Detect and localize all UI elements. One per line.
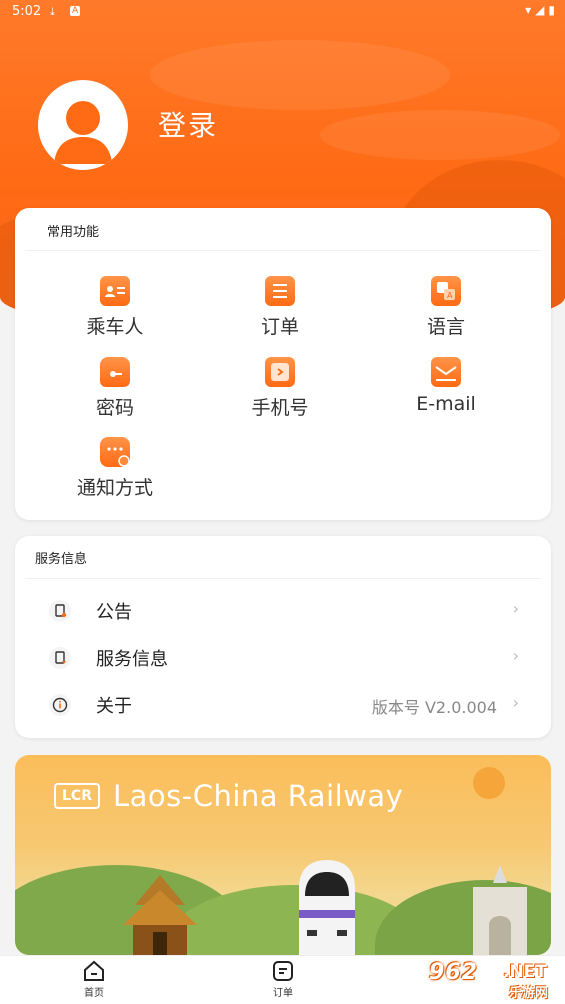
chevron-right-icon: › (512, 693, 519, 712)
lock-icon (100, 357, 130, 387)
chevron-right-icon: › (512, 646, 519, 665)
function-notification[interactable]: 通知方式 (45, 437, 185, 500)
status-time: 5:02 (12, 4, 42, 19)
service-info-card: 服务信息 公告 › 服务信息 › 关于 版本号 V2.0.004 › (15, 536, 551, 738)
divider (25, 250, 541, 251)
function-label: 乘车人 (86, 316, 144, 338)
arch-monument-graphic (473, 865, 527, 955)
battery-icon: ▮ (548, 3, 555, 17)
banner-title: Laos-China Railway (113, 779, 404, 813)
version-text: 版本号 V2.0.004 (371, 698, 497, 717)
sun-graphic (473, 767, 505, 799)
watermark-domain: .NET (503, 962, 547, 982)
status-bar: 5:02 ⤓ A ▾ ◢ ▮ (0, 0, 565, 24)
chevron-right-icon: › (512, 599, 519, 618)
row-announcement[interactable]: 公告 › (15, 587, 551, 633)
a-icon: A (70, 6, 81, 16)
function-order[interactable]: 订单 (210, 276, 350, 339)
passenger-card-icon (100, 276, 130, 306)
watermark-number: 962 (429, 960, 478, 985)
user-avatar-icon[interactable] (38, 80, 128, 170)
tab-label: 首页 (84, 988, 104, 999)
notification-chat-icon (100, 437, 130, 467)
signal-icon: ◢ (535, 3, 545, 17)
function-passenger[interactable]: 乘车人 (45, 276, 185, 339)
row-service-info[interactable]: 服务信息 › (15, 634, 551, 680)
function-label: 密码 (95, 397, 134, 419)
phone-icon (265, 357, 295, 387)
common-functions-title: 常用功能 (47, 225, 100, 240)
train-graphic (299, 860, 355, 955)
bottom-tab-bar: 首页 订单 962 .NET 乐游网 (0, 955, 565, 1004)
row-label: 关于 (96, 696, 132, 717)
svg-text:A: A (447, 291, 453, 300)
mail-icon (431, 357, 461, 387)
tab-label: 订单 (273, 988, 293, 999)
announcement-doc-icon (49, 600, 71, 622)
service-info-title: 服务信息 (35, 552, 88, 567)
info-icon (49, 694, 71, 716)
login-button[interactable]: 登录 (158, 104, 218, 144)
function-email[interactable]: E-mail (376, 357, 516, 415)
watermark-cn-text: 乐游网 (509, 986, 549, 1001)
tab-home[interactable]: 首页 (64, 960, 124, 999)
download-icon: ⤓ (50, 5, 55, 18)
temple-graphic (123, 875, 197, 955)
function-language[interactable]: A 语言 (376, 276, 516, 339)
divider (25, 578, 541, 579)
tab-orders[interactable]: 订单 (253, 960, 313, 999)
home-icon (82, 960, 106, 982)
row-label: 服务信息 (96, 649, 168, 670)
language-translate-icon: A (431, 276, 461, 306)
wifi-icon: ▾ (525, 3, 532, 17)
common-functions-card: 常用功能 乘车人 订单 A 语言 密码 手机号 E-mail 通知方式 (15, 208, 551, 520)
watermark: 962 .NET 乐游网 (429, 960, 561, 1001)
order-list-icon (265, 276, 295, 306)
function-password[interactable]: 密码 (45, 357, 185, 420)
promo-banner[interactable]: LCR Laos-China Railway (15, 755, 551, 955)
row-about[interactable]: 关于 版本号 V2.0.004 › (15, 681, 551, 727)
row-label: 公告 (96, 602, 132, 623)
service-doc-icon (49, 647, 71, 669)
function-label: 通知方式 (76, 477, 153, 499)
order-tab-icon (271, 960, 295, 982)
lcr-logo: LCR (54, 783, 100, 809)
function-label: E-mail (416, 393, 476, 415)
function-label: 手机号 (251, 397, 309, 419)
function-phone[interactable]: 手机号 (210, 357, 350, 420)
function-label: 语言 (426, 316, 465, 338)
function-label: 订单 (260, 316, 299, 338)
